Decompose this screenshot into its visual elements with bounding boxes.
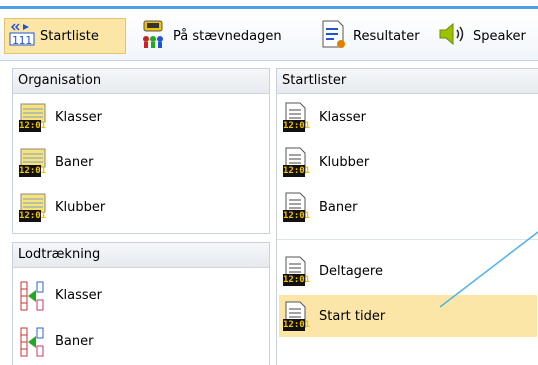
callout-line (439, 231, 538, 308)
